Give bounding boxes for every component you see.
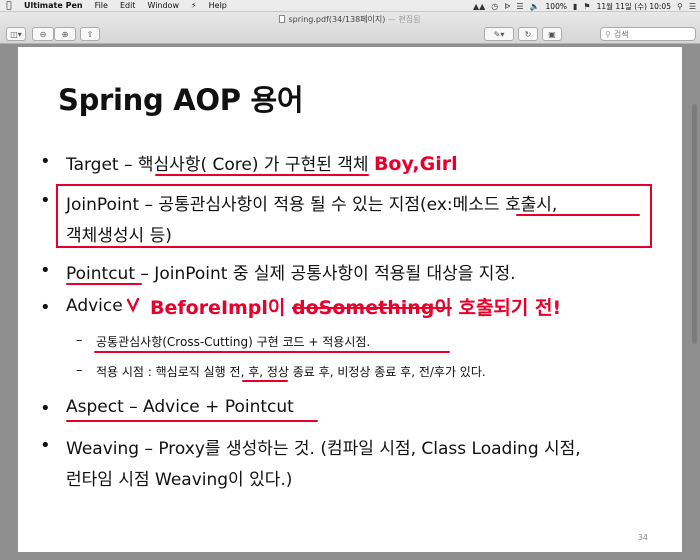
bullet-marker: • bbox=[40, 260, 51, 281]
bullet-advice: Advice bbox=[66, 296, 123, 316]
status-area: ▲▲ ◷ ᐉ ☰ 🔈 100% ▮ ⚑ 11월 11일 (수) 10:05 ⚲ … bbox=[473, 0, 696, 12]
sub-bullet-marker: – bbox=[76, 333, 83, 348]
bullet-weaving: Weaving – Proxy를 생성하는 것. (컴파일 시점, Class … bbox=[66, 439, 581, 459]
slide-title: Spring AOP 용어 bbox=[58, 83, 304, 117]
sub2-before-exec: 실행 전 bbox=[203, 365, 241, 379]
window-title: spring.pdf(34/138페이지) — 편집됨 bbox=[0, 14, 700, 25]
bullet-pointcut: Pointcut – JoinPoint 중 실제 공통사항이 적용될 대상을 … bbox=[66, 259, 516, 284]
apple-icon[interactable]:  bbox=[0, 1, 18, 11]
wifi-icon[interactable]: ☰ bbox=[516, 2, 523, 11]
search-icon: ⚲ bbox=[605, 29, 611, 39]
clock-icon[interactable]: ◷ bbox=[491, 2, 498, 11]
search-field[interactable]: ⚲ bbox=[600, 27, 696, 41]
search-input[interactable] bbox=[613, 29, 694, 39]
annotation-underline-target bbox=[155, 174, 369, 176]
notification-center-icon[interactable]: ☰ bbox=[689, 2, 696, 11]
toolbox-button[interactable]: ▣ bbox=[542, 27, 562, 41]
annotation-check-mark bbox=[126, 297, 140, 313]
volume-icon[interactable]: 🔈 bbox=[530, 2, 540, 11]
menubar-datetime[interactable]: 11월 11일 (수) 10:05 bbox=[597, 1, 671, 12]
joinpoint-comma: , bbox=[551, 195, 558, 215]
pdf-document-icon bbox=[279, 15, 286, 23]
advice-sub-2: 적용 시점 : 핵심로직 실행 전, 후, 정상 종료 후, 비정상 종료 후,… bbox=[96, 363, 486, 380]
menu-edit[interactable]: Edit bbox=[114, 0, 142, 12]
vertical-scrollbar[interactable] bbox=[692, 104, 697, 344]
rotate-button[interactable]: ↻ bbox=[518, 27, 538, 41]
handwritten-note-advice: BeforeImpl이 doSomething이 호출되기 전! bbox=[150, 293, 561, 320]
annotation-underline-before-exec bbox=[242, 380, 288, 382]
handwritten-note-boy-girl: Boy,Girl bbox=[373, 153, 458, 175]
pointcut-definition: – JoinPoint 중 실제 공통사항이 적용될 대상을 지정. bbox=[135, 264, 516, 284]
share-button[interactable]: ⇧ bbox=[80, 27, 100, 41]
zoom-out-button[interactable]: ⊖ bbox=[32, 27, 54, 41]
target-term: Target – bbox=[66, 155, 138, 175]
bullet-joinpoint: JoinPoint – 공통관심사항이 적용 될 수 있는 지점(ex:메소드 … bbox=[66, 190, 557, 215]
joinpoint-text: JoinPoint – 공통관심사항이 적용 될 수 있는 지점(ex: bbox=[66, 195, 453, 215]
advice-note-part1: BeforeImpl이 bbox=[150, 297, 293, 319]
file-name: spring.pdf(34/138페이지) bbox=[288, 15, 386, 24]
document-viewport[interactable]: Spring AOP 용어 • Target – 핵심사항( Core) 가 구… bbox=[0, 44, 700, 560]
bullet-marker: • bbox=[40, 435, 51, 456]
bullet-marker: • bbox=[40, 297, 51, 318]
advice-note-part3: 호출되기 전! bbox=[451, 297, 562, 319]
pointcut-term: Pointcut bbox=[66, 264, 135, 284]
zoom-in-button[interactable]: ⊕ bbox=[54, 27, 76, 41]
bluetooth-icon[interactable]: ᐉ bbox=[504, 2, 510, 11]
bullet-aspect: Aspect – Advice + Pointcut bbox=[66, 397, 294, 417]
bullet-marker: • bbox=[40, 151, 51, 172]
battery-icon[interactable]: ▮ bbox=[573, 2, 577, 11]
menu-app-name[interactable]: Ultimate Pen bbox=[18, 0, 89, 12]
bullet-target: Target – 핵심사항( Core) 가 구현된 객체 Boy,Girl bbox=[66, 150, 458, 175]
menu-window[interactable]: Window bbox=[141, 0, 185, 12]
target-definition: 핵심사항( Core) 가 구현된 객체 bbox=[137, 155, 369, 175]
advice-sub-1: 공통관심사항(Cross-Cutting) 구현 코드 + 적용시점. bbox=[96, 335, 371, 349]
window-toolbar: spring.pdf(34/138페이지) — 편집됨 ◫▾ ⊖ ⊕ ⇧ ✎▾ … bbox=[0, 12, 700, 44]
spotlight-search-icon[interactable]: ⚲ bbox=[677, 2, 683, 11]
bolt-icon[interactable]: ⚡ bbox=[185, 0, 203, 12]
edited-label: — 편집됨 bbox=[387, 15, 421, 24]
page-number: 34 bbox=[637, 533, 648, 542]
flag-icon[interactable]: ⚑ bbox=[583, 2, 590, 11]
advice-note-strikethrough: doSomething이 bbox=[292, 297, 452, 319]
markup-pen-button[interactable]: ✎▾ bbox=[484, 27, 514, 41]
menu-file[interactable]: File bbox=[89, 0, 114, 12]
sub-bullet-marker: – bbox=[76, 363, 83, 378]
battery-percent[interactable]: 100% bbox=[546, 2, 567, 11]
bullet-marker: • bbox=[40, 398, 51, 419]
mountain-icon[interactable]: ▲▲ bbox=[473, 2, 485, 11]
joinpoint-method-call: 메소드 호출시 bbox=[452, 195, 552, 215]
bullet-weaving-line2: 런타임 시점 Weaving이 있다.) bbox=[66, 470, 293, 490]
sub2-prefix: 적용 시점 : 핵심로직 bbox=[96, 365, 204, 379]
annotation-underline-method-call bbox=[516, 214, 640, 216]
annotation-underline-aspect bbox=[66, 420, 318, 422]
menu-help[interactable]: Help bbox=[203, 0, 233, 12]
annotation-underline-pointcut bbox=[66, 283, 142, 285]
pdf-page: Spring AOP 용어 • Target – 핵심사항( Core) 가 구… bbox=[18, 47, 682, 552]
menu-bar:  Ultimate Pen File Edit Window ⚡ Help ▲… bbox=[0, 0, 700, 12]
sub2-suffix: , 후, 정상 종료 후, 비정상 종료 후, 전/후가 있다. bbox=[240, 365, 486, 379]
bullet-marker: • bbox=[40, 190, 51, 211]
bullet-joinpoint-line2: 객체생성시 등) bbox=[66, 226, 172, 246]
annotation-underline-advice-sub bbox=[94, 351, 450, 353]
sidebar-toggle-button[interactable]: ◫▾ bbox=[6, 27, 26, 41]
